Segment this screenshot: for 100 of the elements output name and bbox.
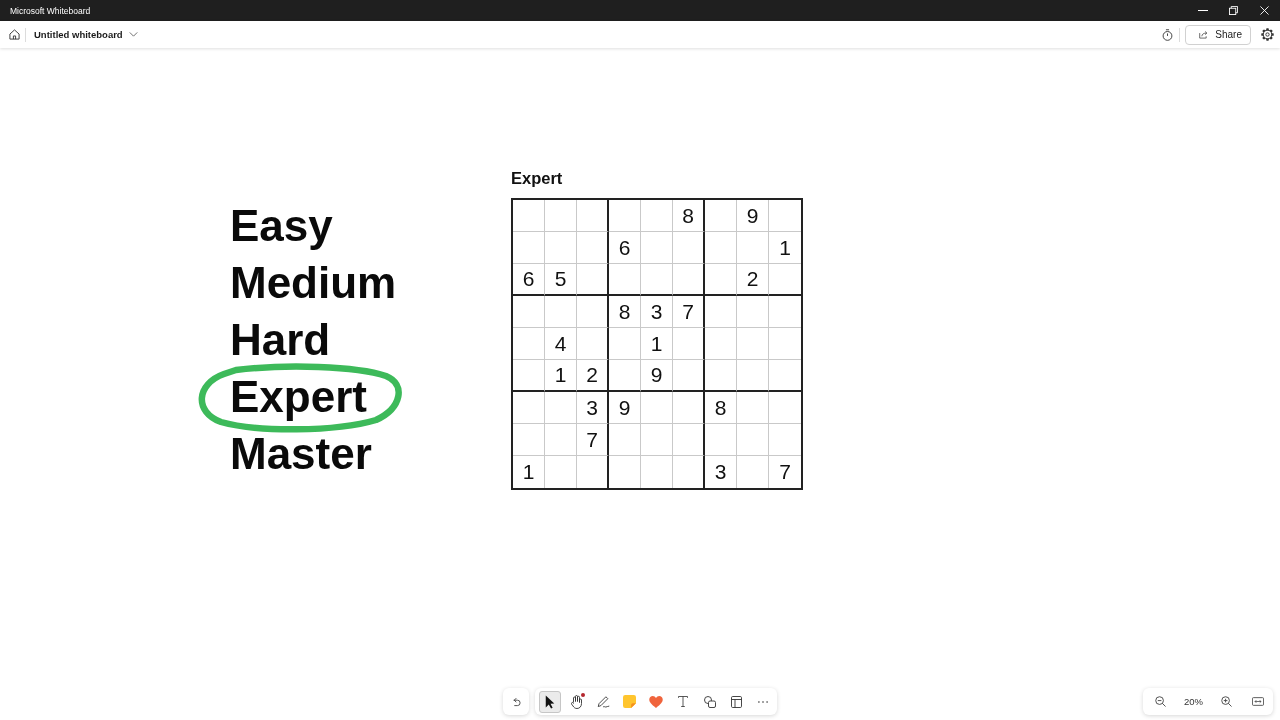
minimize-icon [1197, 10, 1208, 11]
select-tool-button[interactable] [539, 690, 561, 713]
puzzle-title: Expert [511, 168, 563, 188]
sudoku-cell [641, 200, 673, 232]
sudoku-cell [545, 392, 577, 424]
sudoku-cell [673, 424, 705, 456]
sudoku-cell-text: 7 [778, 459, 792, 485]
sudoku-cell: 3 [705, 456, 737, 488]
layout-icon [730, 695, 742, 708]
sudoku-cell [513, 392, 545, 424]
sudoku-cell: 1 [641, 328, 673, 360]
sudoku-cell [641, 264, 673, 296]
home-icon [8, 29, 20, 40]
sudoku-cell [673, 392, 705, 424]
sudoku-cell [737, 392, 769, 424]
sudoku-cell [737, 232, 769, 264]
sudoku-cell: 8 [609, 296, 641, 328]
difficulty-label: Master [230, 428, 372, 480]
sudoku-cell [705, 360, 737, 392]
sudoku-cell: 1 [513, 456, 545, 488]
sudoku-cell [545, 296, 577, 328]
cursor-icon [545, 694, 555, 709]
sudoku-cell [705, 232, 737, 264]
sudoku-cell [737, 360, 769, 392]
undo-button[interactable] [503, 688, 529, 715]
sudoku-cell [641, 392, 673, 424]
restore-icon [1229, 6, 1238, 15]
sudoku-cell [513, 296, 545, 328]
sudoku-cell [737, 296, 769, 328]
more-icon [757, 700, 768, 703]
sudoku-cell: 1 [545, 360, 577, 392]
sudoku-cell: 8 [705, 392, 737, 424]
sudoku-cell [545, 424, 577, 456]
window-title: Microsoft Whiteboard [10, 5, 91, 16]
shapes-icon [703, 695, 716, 708]
sudoku-cell: 5 [545, 264, 577, 296]
sticky-note-icon [623, 695, 637, 708]
sudoku-cell [577, 328, 609, 360]
sudoku-cell: 9 [737, 200, 769, 232]
sudoku-cell: 6 [513, 264, 545, 296]
difficulty-label: Easy [230, 200, 333, 252]
difficulty-label: Medium [230, 257, 397, 309]
sudoku-cell [609, 328, 641, 360]
sudoku-cell: 9 [609, 392, 641, 424]
sudoku-cell [737, 328, 769, 360]
sudoku-cell [641, 232, 673, 264]
chevron-down-icon [128, 32, 138, 37]
sudoku-cell [705, 200, 737, 232]
sudoku-cell [609, 200, 641, 232]
sudoku-cell [673, 232, 705, 264]
sudoku-cell [577, 264, 609, 296]
sudoku-cell [641, 424, 673, 456]
sudoku-cell [577, 232, 609, 264]
zoom-in-icon [1221, 696, 1233, 707]
sudoku-cell: 2 [737, 264, 769, 296]
sudoku-cell: 2 [577, 360, 609, 392]
sudoku-cell [737, 424, 769, 456]
sudoku-cell [609, 360, 641, 392]
sudoku-cell [705, 328, 737, 360]
sudoku-cell [513, 232, 545, 264]
share-button[interactable]: Share [1185, 24, 1251, 45]
sudoku-cell [673, 328, 705, 360]
sudoku-cell: 7 [577, 424, 609, 456]
difficulty-label: Expert [230, 371, 367, 423]
sudoku-cell [673, 360, 705, 392]
sudoku-cell: 4 [545, 328, 577, 360]
undo-icon [511, 696, 521, 707]
sudoku-cell [609, 424, 641, 456]
share-icon [1199, 29, 1209, 40]
sudoku-cell: 6 [609, 232, 641, 264]
zoom-out-icon [1154, 696, 1166, 707]
sudoku-cell: 9 [641, 360, 673, 392]
sudoku-cell [513, 360, 545, 392]
sudoku-cell [513, 328, 545, 360]
sudoku-cell [513, 200, 545, 232]
fit-width-icon [1251, 697, 1264, 706]
sudoku-cell [545, 200, 577, 232]
heart-icon [649, 695, 664, 708]
settings-button[interactable] [1260, 25, 1274, 44]
sudoku-cell [705, 424, 737, 456]
difficulty-label: Hard [230, 314, 331, 366]
sudoku-cell [513, 424, 545, 456]
sudoku-cell [577, 296, 609, 328]
sudoku-cell: 1 [769, 232, 801, 264]
zoom-level: 20% [1184, 696, 1203, 707]
sudoku-cell [705, 264, 737, 296]
sudoku-cell: 3 [641, 296, 673, 328]
close-icon [1260, 6, 1269, 15]
board-title-button[interactable]: Untitled whiteboard [34, 29, 138, 40]
sudoku-cell [609, 264, 641, 296]
stopwatch-icon [1161, 28, 1173, 41]
sudoku-cell [545, 232, 577, 264]
sudoku-cell [673, 264, 705, 296]
text-icon [677, 696, 688, 707]
settings-icon [1260, 28, 1274, 41]
hand-icon [571, 694, 583, 709]
pen-icon [596, 695, 610, 708]
sudoku-cell: 7 [673, 296, 705, 328]
sudoku-cell [705, 296, 737, 328]
sudoku-cell: 8 [673, 200, 705, 232]
